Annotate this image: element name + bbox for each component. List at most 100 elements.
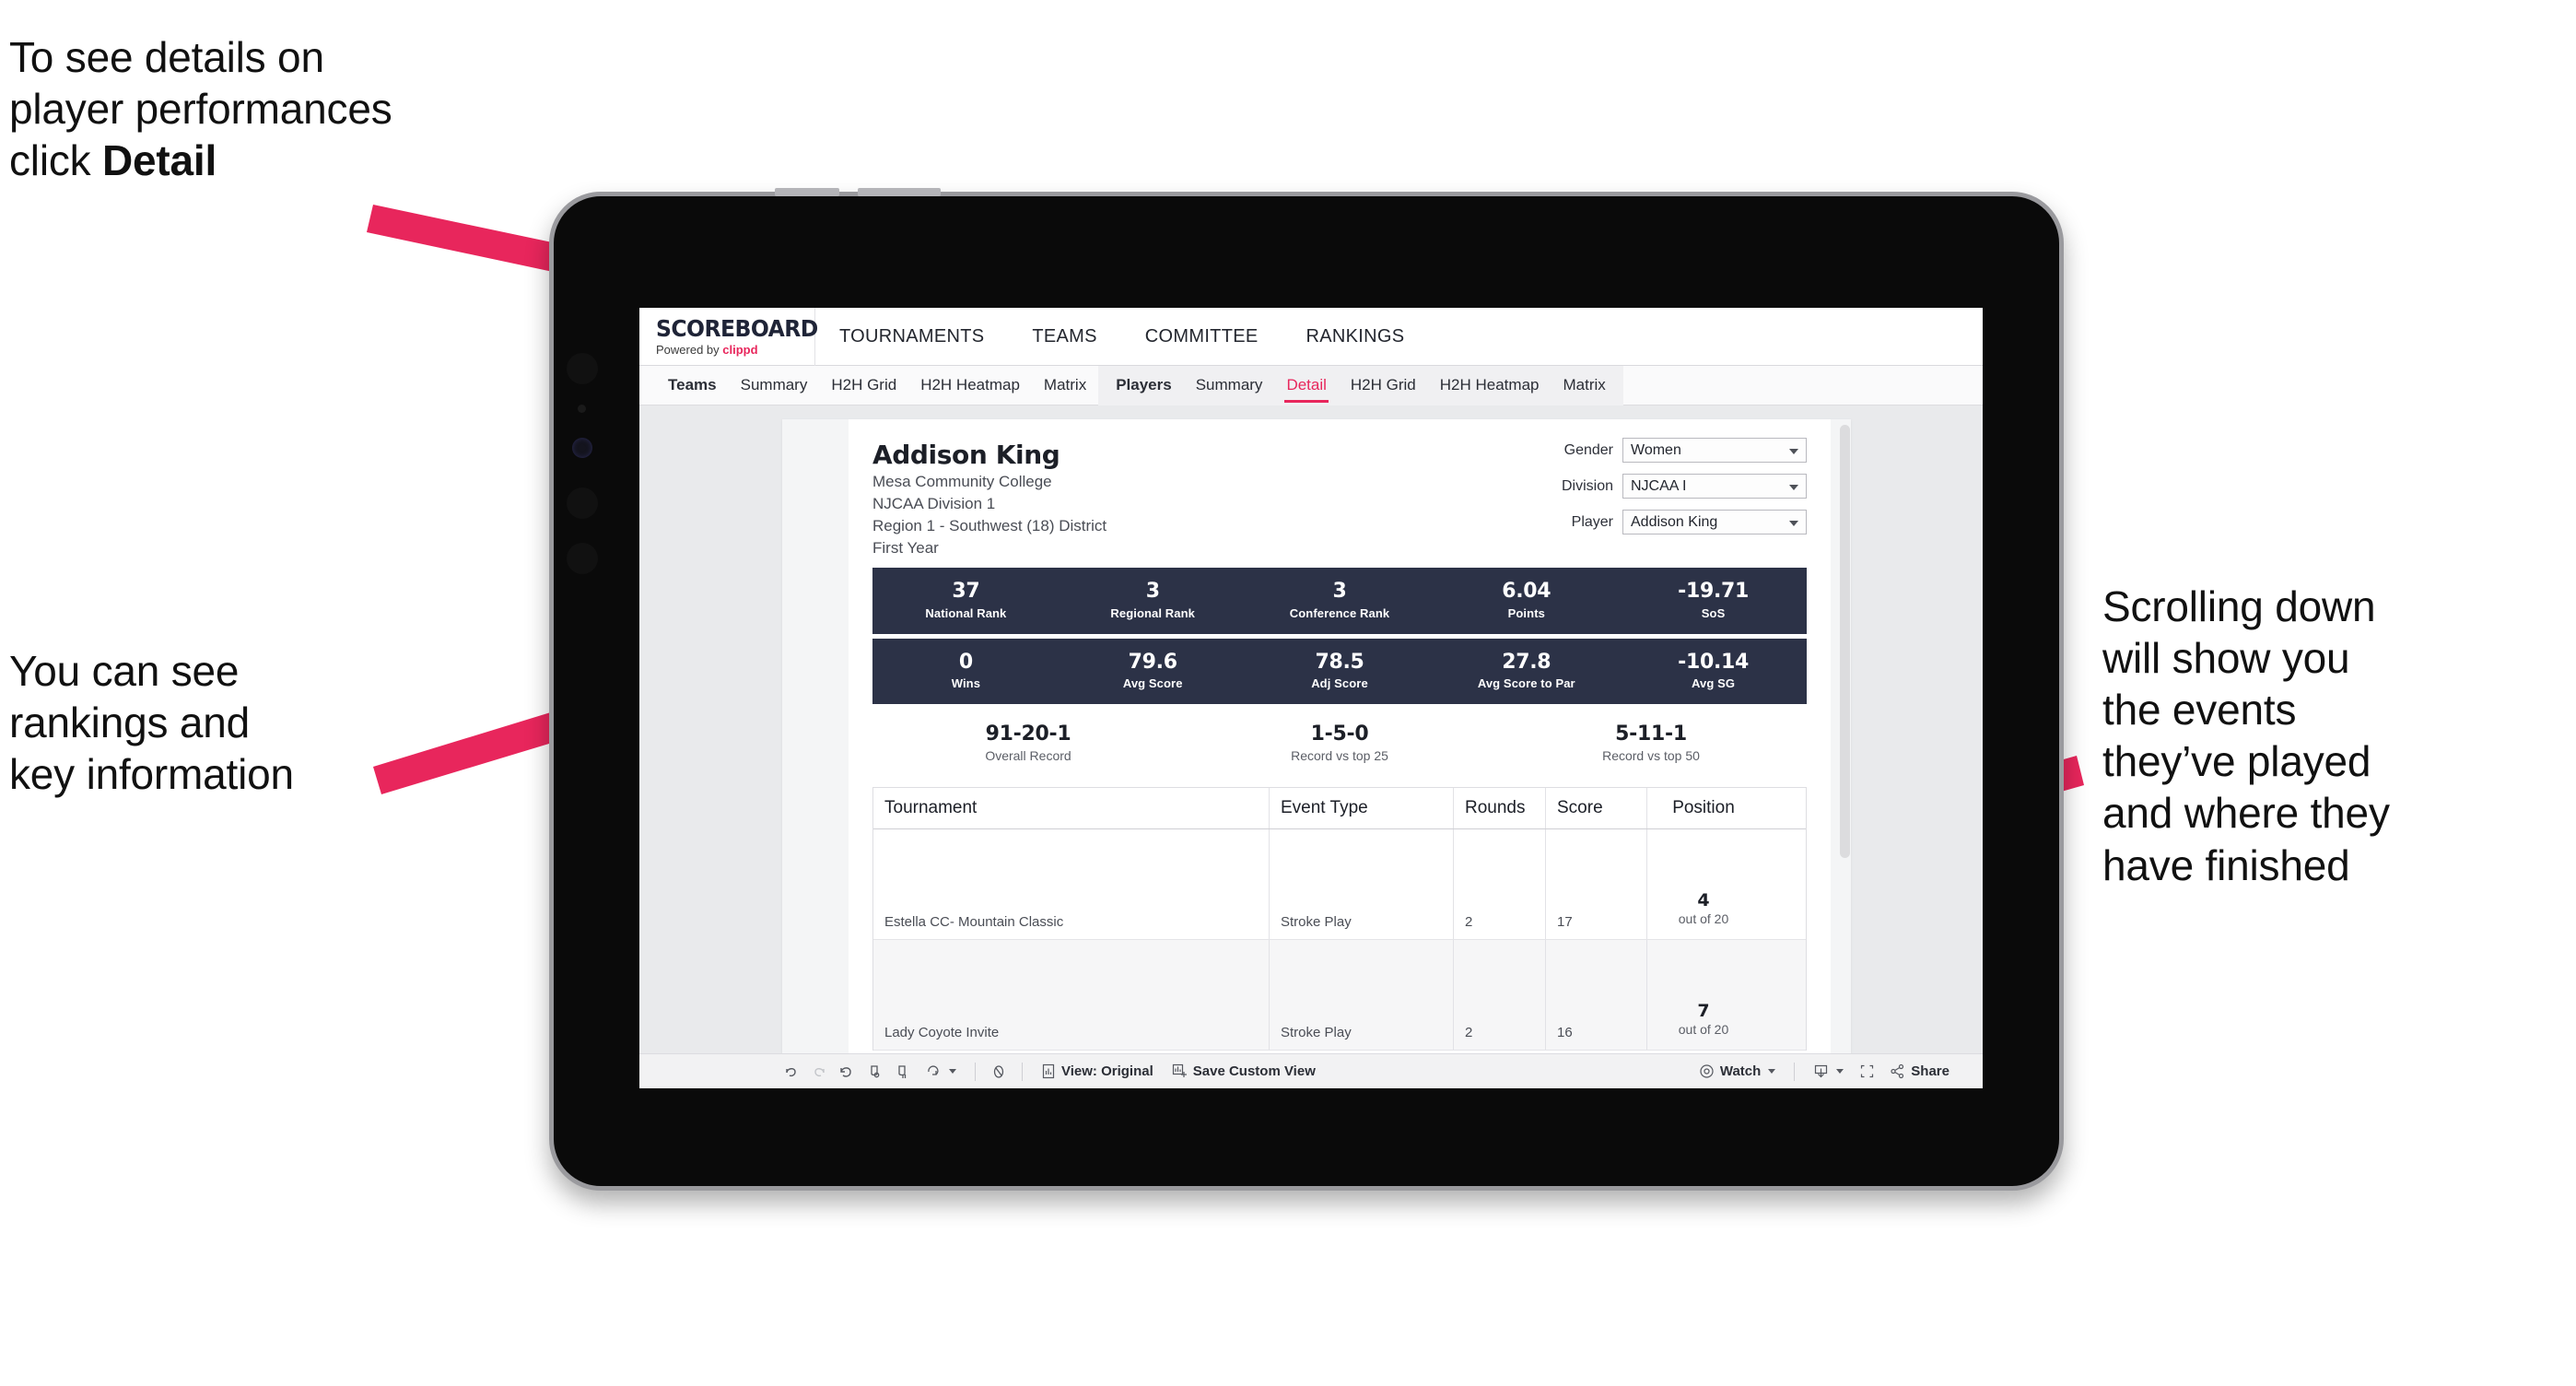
stat-value: 27.8 xyxy=(1502,650,1551,674)
stat-label: Points xyxy=(1507,605,1545,620)
refresh-data-icon[interactable] xyxy=(861,1058,888,1086)
camera-lens-secondary xyxy=(572,438,592,458)
sub-nav-teams[interactable]: Teams xyxy=(656,366,729,405)
save-custom-view-label: Save Custom View xyxy=(1192,1063,1316,1079)
volume-up-button[interactable] xyxy=(775,188,839,196)
sub-nav-players-h2h-heatmap[interactable]: H2H Heatmap xyxy=(1428,366,1551,405)
cell-score: 17 xyxy=(1557,913,1573,930)
top-nav-tournaments[interactable]: TOURNAMENTS xyxy=(815,308,1008,366)
stat-value: -10.14 xyxy=(1678,650,1750,674)
logo-wordmark: SCOREBOARD xyxy=(656,314,818,342)
chevron-down-icon xyxy=(1789,484,1798,490)
revert-icon[interactable] xyxy=(833,1058,861,1086)
volume-down-button[interactable] xyxy=(858,188,941,196)
save-custom-view-button[interactable]: Save Custom View xyxy=(1163,1058,1325,1086)
table-row[interactable]: Estella CC- Mountain Classic Stroke Play… xyxy=(873,828,1806,940)
cell-position: 4 out of 20 xyxy=(1679,890,1729,930)
record-overall: 91-20-1 Overall Record xyxy=(872,722,1184,763)
secondary-nav-players-group: Players Summary Detail H2H Grid H2H Heat… xyxy=(1098,365,1623,405)
filter-select-division[interactable]: NJCAA I xyxy=(1622,474,1807,499)
toolbar-divider xyxy=(1022,1062,1023,1081)
viz-toolbar: View: Original Save Custom View Watch Sh… xyxy=(639,1053,1983,1088)
filter-label-player: Player xyxy=(1571,513,1613,530)
record-label: Overall Record xyxy=(985,747,1071,763)
stat-value: 0 xyxy=(958,650,973,674)
record-vs-top-25: 1-5-0 Record vs top 25 xyxy=(1184,722,1495,763)
download-button[interactable] xyxy=(1804,1058,1853,1086)
toolbar-divider xyxy=(1794,1062,1796,1081)
app-logo[interactable]: SCOREBOARD Powered by clippd xyxy=(639,314,818,357)
logo-tagline: Powered by clippd xyxy=(656,343,814,357)
sub-nav-teams-matrix[interactable]: Matrix xyxy=(1032,366,1098,405)
secondary-nav-teams-group: Teams Summary H2H Grid H2H Heatmap Matri… xyxy=(656,366,1098,405)
filter-value-player: Addison King xyxy=(1631,513,1718,530)
sub-nav-teams-h2h-heatmap[interactable]: H2H Heatmap xyxy=(908,366,1032,405)
redo-icon[interactable] xyxy=(805,1058,833,1086)
stat-label: Avg Score to Par xyxy=(1477,675,1575,690)
filter-select-player[interactable]: Addison King xyxy=(1622,510,1807,534)
sub-nav-players-summary[interactable]: Summary xyxy=(1184,366,1275,405)
fullscreen-icon[interactable] xyxy=(1853,1058,1880,1086)
sub-nav-players[interactable]: Players xyxy=(1104,366,1184,405)
stat-national-rank: 37 National Rank xyxy=(872,580,1060,619)
stat-value: 6.04 xyxy=(1502,580,1551,604)
tournaments-table: Tournament Event Type Rounds Score Posit… xyxy=(872,786,1807,1051)
share-button[interactable]: Share xyxy=(1880,1058,1959,1086)
record-value: 91-20-1 xyxy=(985,722,1071,746)
secondary-nav: Teams Summary H2H Grid H2H Heatmap Matri… xyxy=(639,365,1983,405)
dashboard-content: Addison King Mesa Community College NJCA… xyxy=(639,406,1983,1053)
stat-label: Adj Score xyxy=(1311,675,1368,690)
sub-nav-players-matrix[interactable]: Matrix xyxy=(1551,366,1617,405)
watch-label: Watch xyxy=(1719,1063,1762,1079)
player-detail-body: Addison King Mesa Community College NJCA… xyxy=(849,419,1831,1053)
tablet-device: SCOREBOARD Powered by clippd TOURNAMENTS… xyxy=(549,188,2064,1191)
stat-wins: 0 Wins xyxy=(872,651,1060,690)
camera-sensor-dot xyxy=(578,405,586,413)
view-original-label: View: Original xyxy=(1061,1063,1153,1079)
cell-rounds: 2 xyxy=(1465,1024,1473,1040)
undo-icon[interactable] xyxy=(778,1058,805,1086)
record-value: 5-11-1 xyxy=(1615,722,1687,746)
pause-auto-update-icon[interactable] xyxy=(888,1058,916,1086)
column-header-tournament: Tournament xyxy=(884,797,978,817)
filter-select-gender[interactable]: Women xyxy=(1622,438,1807,463)
cell-event-type: Stroke Play xyxy=(1281,1024,1352,1040)
filter-panel: Gender Women Division NJCAA I Player Add… xyxy=(1530,438,1807,546)
filter-value-division: NJCAA I xyxy=(1631,477,1687,494)
sub-nav-teams-h2h-grid[interactable]: H2H Grid xyxy=(819,366,908,405)
view-original-button[interactable]: View: Original xyxy=(1032,1058,1163,1086)
cell-position: 7 out of 20 xyxy=(1679,1001,1729,1040)
stat-regional-rank: 3 Regional Rank xyxy=(1060,580,1247,619)
filter-row-gender: Gender Women xyxy=(1530,438,1807,463)
records-row: 91-20-1 Overall Record 1-5-0 Record vs t… xyxy=(872,703,1807,780)
table-header-row: Tournament Event Type Rounds Score Posit… xyxy=(873,787,1806,829)
clear-sheet-icon[interactable] xyxy=(985,1058,1013,1086)
top-nav-committee[interactable]: COMMITTEE xyxy=(1121,308,1282,366)
filter-row-player: Player Addison King xyxy=(1530,510,1807,534)
stat-label: Avg SG xyxy=(1692,675,1736,690)
record-value: 1-5-0 xyxy=(1310,722,1369,746)
top-nav-teams[interactable]: TEAMS xyxy=(1008,308,1120,366)
sub-nav-players-detail[interactable]: Detail xyxy=(1274,366,1338,405)
stat-avg-score: 79.6 Avg Score xyxy=(1060,651,1247,690)
stat-label: SoS xyxy=(1701,605,1726,620)
card-scrollbar-track[interactable] xyxy=(1839,419,1851,1053)
stat-value: 3 xyxy=(1332,580,1347,604)
stat-value: 37 xyxy=(952,580,980,604)
logo-powered-by: Powered by xyxy=(656,342,723,357)
pause-resume-button[interactable] xyxy=(916,1058,966,1086)
filter-label-gender: Gender xyxy=(1563,441,1613,458)
stat-label: Wins xyxy=(951,675,981,690)
stat-points: 6.04 Points xyxy=(1433,580,1620,619)
card-scrollbar-thumb[interactable] xyxy=(1840,425,1850,858)
stats-row-primary: 37 National Rank 3 Regional Rank 3 Confe… xyxy=(872,568,1807,634)
top-nav-rankings[interactable]: RANKINGS xyxy=(1282,308,1429,366)
watch-button[interactable]: Watch xyxy=(1690,1058,1785,1086)
sub-nav-players-h2h-grid[interactable]: H2H Grid xyxy=(1339,366,1428,405)
callout-rankings: You can see rankings and key information xyxy=(9,647,294,799)
record-vs-top-50: 5-11-1 Record vs top 50 xyxy=(1495,722,1807,763)
app-header: SCOREBOARD Powered by clippd TOURNAMENTS… xyxy=(639,308,1983,366)
sub-nav-teams-summary[interactable]: Summary xyxy=(729,366,820,405)
table-row[interactable]: Lady Coyote Invite Stroke Play 2 16 7 ou… xyxy=(873,939,1806,1051)
callout-scrolling: Scrolling down will show you the events … xyxy=(2102,582,2390,889)
